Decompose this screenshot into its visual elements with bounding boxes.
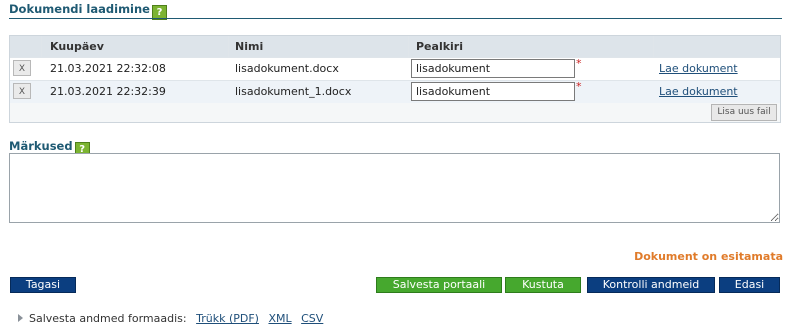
row-filename: lisadokument.docx — [235, 62, 339, 75]
required-marker: * — [576, 57, 582, 70]
remarks-textarea[interactable] — [9, 153, 780, 223]
column-header-name: Nimi — [235, 40, 264, 53]
add-file-button[interactable]: Lisa uus fail — [711, 104, 777, 121]
export-xml-link[interactable]: XML — [268, 312, 291, 325]
row-filename: lisadokument_1.docx — [235, 85, 352, 98]
remarks-title-text: Märkused — [9, 139, 73, 153]
section-divider — [9, 18, 782, 19]
column-header-title: Pealkiri — [416, 40, 463, 53]
table-header: Kuupäev Nimi Pealkiri — [10, 36, 780, 57]
save-portal-button[interactable]: Salvesta portaali — [376, 277, 502, 293]
export-pdf-link[interactable]: Trükk (PDF) — [196, 312, 259, 325]
documents-title-text: Dokumendi laadimine — [9, 2, 150, 16]
export-bar: Salvesta andmed formaadis: Trükk (PDF) X… — [18, 312, 323, 325]
table-row: X 21.03.2021 22:32:08 lisadokument.docx … — [10, 57, 780, 80]
export-csv-link[interactable]: CSV — [301, 312, 323, 325]
table-row: X 21.03.2021 22:32:39 lisadokument_1.doc… — [10, 80, 780, 103]
next-button[interactable]: Edasi — [719, 277, 780, 293]
required-marker: * — [576, 80, 582, 93]
delete-row-button[interactable]: X — [13, 60, 31, 76]
title-input[interactable] — [411, 59, 575, 78]
load-document-link[interactable]: Lae dokument — [659, 85, 738, 98]
triangle-right-icon — [18, 314, 23, 322]
back-button[interactable]: Tagasi — [10, 277, 76, 293]
export-label: Salvesta andmed formaadis: — [29, 312, 187, 325]
row-date: 21.03.2021 22:32:39 — [50, 85, 166, 98]
delete-row-button[interactable]: X — [13, 83, 31, 99]
check-data-button[interactable]: Kontrolli andmeid — [587, 277, 715, 293]
column-header-date: Kuupäev — [50, 40, 104, 53]
title-input[interactable] — [411, 82, 575, 101]
delete-button[interactable]: Kustuta — [505, 277, 581, 293]
load-document-link[interactable]: Lae dokument — [659, 62, 738, 75]
row-date: 21.03.2021 22:32:08 — [50, 62, 166, 75]
documents-table: Kuupäev Nimi Pealkiri X 21.03.2021 22:32… — [9, 35, 781, 123]
status-text: Dokument on esitamata — [634, 250, 783, 263]
